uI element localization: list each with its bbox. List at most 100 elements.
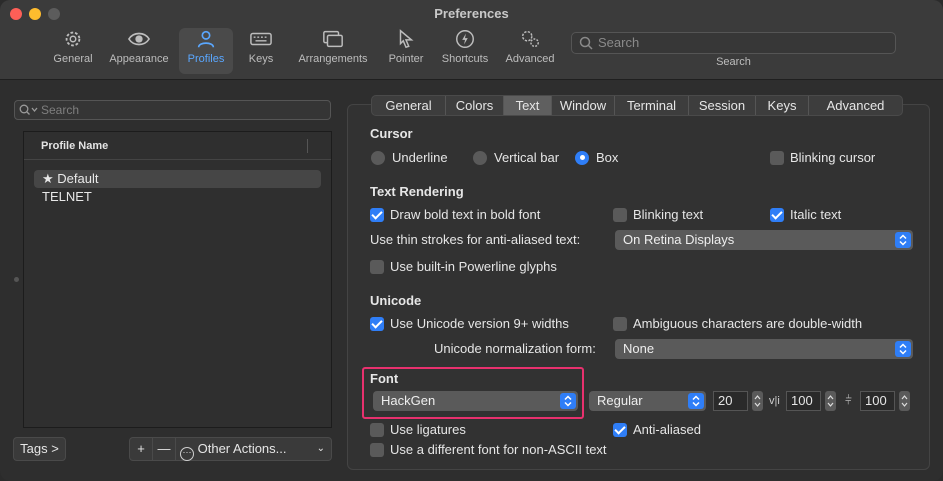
remove-profile-button[interactable]: —: [152, 437, 176, 461]
tab-session[interactable]: Session: [689, 96, 756, 115]
column-separator: [307, 139, 308, 153]
unicode-v9-label: Use Unicode version 9+ widths: [390, 316, 569, 331]
cursor-underline-radio[interactable]: Underline: [371, 150, 448, 165]
font-family-select[interactable]: HackGen: [373, 391, 578, 411]
cursor-underline-label: Underline: [392, 150, 448, 165]
unicode-v9-checkbox[interactable]: Use Unicode version 9+ widths: [370, 316, 569, 331]
tags-button[interactable]: Tags >: [13, 437, 66, 461]
more-icon: ···: [180, 447, 194, 461]
other-actions-label: Other Actions...: [197, 441, 287, 456]
ambiguous-width-label: Ambiguous characters are double-width: [633, 316, 863, 331]
radio-indicator: [473, 150, 487, 165]
ligatures-label: Use ligatures: [390, 422, 466, 437]
font-family-value: HackGen: [381, 393, 436, 408]
toolbar-appearance[interactable]: Appearance: [106, 28, 172, 74]
tab-keys[interactable]: Keys: [756, 96, 809, 115]
toolbar-general-label: General: [53, 53, 93, 65]
preferences-window: Preferences General Appearance Profiles …: [0, 0, 943, 481]
windows-icon: [323, 30, 343, 48]
toolbar-advanced[interactable]: Advanced: [503, 28, 557, 74]
bold-font-checkbox[interactable]: Draw bold text in bold font: [370, 207, 540, 222]
checkbox-indicator: [613, 422, 627, 437]
anti-aliased-label: Anti-aliased: [633, 422, 701, 437]
profile-table: Profile Name ★ Default TELNET: [23, 131, 332, 428]
gear-icon: [65, 31, 81, 47]
toolbar-profiles[interactable]: Profiles: [179, 28, 233, 74]
other-actions-menu[interactable]: ··· Other Actions... ⌄: [175, 437, 332, 461]
font-size-field[interactable]: 20: [713, 391, 748, 411]
thin-strokes-label: Use thin strokes for anti-aliased text:: [370, 232, 581, 247]
chevron-up-down-icon: [895, 341, 911, 357]
font-section-title: Font: [370, 371, 399, 386]
tab-terminal[interactable]: Terminal: [615, 96, 689, 115]
blinking-cursor-checkbox[interactable]: Blinking cursor: [770, 150, 875, 165]
stepper-arrows-icon: [827, 395, 834, 407]
profile-search-input[interactable]: Search: [14, 100, 331, 120]
vertical-spacing-field[interactable]: 100: [786, 391, 821, 411]
chevron-up-down-icon: [895, 232, 911, 248]
toolbar-arrangements[interactable]: Arrangements: [294, 28, 372, 74]
profile-column-header[interactable]: Profile Name: [24, 132, 331, 160]
person-icon: [197, 30, 215, 48]
font-style-select[interactable]: Regular: [589, 391, 706, 411]
blinking-text-checkbox[interactable]: Blinking text: [613, 207, 703, 222]
normalization-label: Unicode normalization form:: [434, 341, 596, 356]
anti-aliased-checkbox[interactable]: Anti-aliased: [613, 422, 701, 437]
blinking-cursor-label: Blinking cursor: [790, 150, 876, 165]
toolbar-shortcuts-label: Shortcuts: [441, 53, 489, 65]
horizontal-spacing-stepper[interactable]: [899, 391, 910, 411]
checkbox-indicator: [370, 316, 384, 331]
checkbox-indicator: [770, 150, 784, 165]
normalization-select[interactable]: None: [615, 339, 913, 359]
non-ascii-font-checkbox[interactable]: Use a different font for non-ASCII text: [370, 442, 607, 457]
bold-font-label: Draw bold text in bold font: [390, 207, 541, 222]
unicode-section-title: Unicode: [370, 293, 422, 308]
tab-advanced[interactable]: Advanced: [809, 96, 902, 115]
cursor-section-title: Cursor: [370, 126, 413, 141]
italic-text-label: Italic text: [790, 207, 842, 222]
stepper-arrows-icon: [754, 395, 761, 407]
cursor-vertical-bar-radio[interactable]: Vertical bar: [473, 150, 559, 165]
pointer-icon: [399, 29, 414, 49]
powerline-glyphs-label: Use built-in Powerline glyphs: [390, 259, 557, 274]
toolbar-keys-label: Keys: [248, 53, 274, 65]
chevron-up-down-icon: [560, 393, 576, 409]
toolbar-general[interactable]: General: [50, 28, 96, 74]
profile-row-telnet[interactable]: TELNET: [34, 188, 321, 206]
tab-general[interactable]: General: [372, 96, 446, 115]
toolbar-search-caption: Search: [716, 56, 751, 68]
ligatures-checkbox[interactable]: Use ligatures: [370, 422, 466, 437]
radio-indicator: [575, 150, 589, 165]
ambiguous-width-checkbox[interactable]: Ambiguous characters are double-width: [613, 316, 862, 331]
checkbox-indicator: [370, 259, 384, 274]
toolbar-pointer-label: Pointer: [388, 53, 424, 65]
font-style-value: Regular: [597, 393, 643, 408]
checkbox-indicator: [370, 442, 384, 457]
toolbar-search-input[interactable]: Search: [571, 32, 896, 54]
tab-window[interactable]: Window: [552, 96, 615, 115]
vertical-spacing-stepper[interactable]: [825, 391, 836, 411]
add-profile-button[interactable]: +: [129, 437, 153, 461]
window-title: Preferences: [434, 6, 509, 21]
tab-colors[interactable]: Colors: [446, 96, 504, 115]
profile-list: ★ Default TELNET: [24, 160, 331, 206]
tab-text[interactable]: Text: [504, 96, 552, 115]
checkbox-indicator: [370, 422, 384, 437]
checkbox-indicator: [370, 207, 384, 222]
toolbar-keys[interactable]: Keys: [244, 28, 278, 74]
split-view-handle[interactable]: [14, 277, 19, 282]
horizontal-spacing-field[interactable]: 100: [860, 391, 895, 411]
profile-row-default[interactable]: ★ Default: [34, 170, 321, 188]
eye-icon: [127, 32, 151, 46]
powerline-glyphs-checkbox[interactable]: Use built-in Powerline glyphs: [370, 259, 557, 274]
toolbar-shortcuts[interactable]: Shortcuts: [437, 28, 493, 74]
font-size-stepper[interactable]: [752, 391, 763, 411]
profile-tabs: General Colors Text Window Terminal Sess…: [371, 95, 903, 116]
toolbar-appearance-label: Appearance: [109, 53, 169, 65]
stepper-arrows-icon: [901, 395, 908, 407]
thin-strokes-select[interactable]: On Retina Displays: [615, 230, 913, 250]
italic-text-checkbox[interactable]: Italic text: [770, 207, 841, 222]
cursor-box-radio[interactable]: Box: [575, 150, 618, 165]
gears-icon: [521, 30, 539, 48]
toolbar-pointer[interactable]: Pointer: [385, 28, 427, 74]
